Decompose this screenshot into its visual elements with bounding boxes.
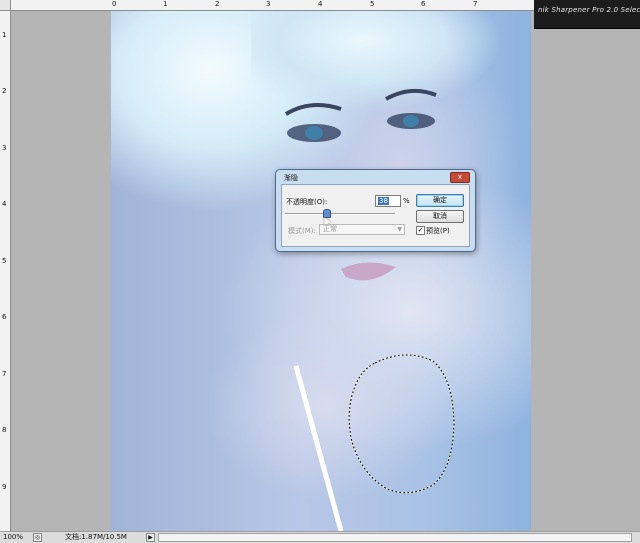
- left-iris: [305, 126, 323, 140]
- opacity-input[interactable]: 38: [375, 195, 401, 207]
- ruler-label: 5: [2, 257, 7, 265]
- ruler-label: 1: [163, 0, 168, 8]
- ruler-label: 3: [2, 144, 7, 152]
- ruler-label: 1: [2, 31, 7, 39]
- ruler-origin[interactable]: [0, 0, 11, 11]
- nik-sharpener-panel[interactable]: nik Sharpener Pro 2.0 Selective: [534, 0, 640, 29]
- ruler-label: 2: [215, 0, 220, 8]
- right-brow: [385, 88, 437, 101]
- opacity-label: 不透明度(O):: [286, 198, 328, 206]
- right-iris: [403, 115, 419, 127]
- ruler-label: 3: [266, 0, 271, 8]
- mode-label: 模式(M):: [288, 227, 316, 235]
- ruler-label: 2: [2, 87, 7, 95]
- ruler-label: 7: [2, 370, 7, 378]
- close-button[interactable]: x: [450, 172, 470, 183]
- dialog-body: 不透明度(O): 38 % 模式(M): 正常 ▼ 确定 取消 ✓ 预览(P): [281, 184, 470, 247]
- chevron-down-icon: ▼: [397, 226, 402, 233]
- ruler-label: 6: [421, 0, 426, 8]
- preview-checkbox[interactable]: ✓: [416, 226, 425, 235]
- document-image[interactable]: [111, 11, 531, 531]
- preview-label: 预览(P): [426, 227, 450, 235]
- ok-button[interactable]: 确定: [416, 194, 464, 207]
- mode-value: 正常: [323, 225, 337, 233]
- document-info[interactable]: 文档:1.87M/10.5M: [65, 534, 127, 541]
- portrait-details: [284, 88, 437, 531]
- nav-icon[interactable]: ◎: [33, 533, 42, 542]
- ruler-label: 6: [2, 313, 7, 321]
- ruler-label: 5: [370, 0, 375, 8]
- opacity-unit: %: [403, 197, 410, 205]
- status-bar: 100% ◎ 文档:1.87M/10.5M ▶: [0, 531, 640, 543]
- ruler-label: 4: [318, 0, 323, 8]
- horizontal-scrollbar[interactable]: [158, 533, 632, 542]
- ruler-label: 4: [2, 200, 7, 208]
- ruler-label: 9: [2, 483, 7, 491]
- ruler-label: 7: [473, 0, 478, 8]
- fade-dialog[interactable]: 渐隐 x 不透明度(O): 38 % 模式(M): 正常 ▼ 确定 取消 ✓ 预…: [275, 169, 476, 252]
- ruler-label: 0: [112, 0, 117, 8]
- left-ruler[interactable]: 1 2 3 4 5 6 7 8 9: [0, 10, 11, 532]
- dialog-title: 渐隐: [284, 174, 298, 182]
- dress-strap: [293, 365, 344, 531]
- cancel-button[interactable]: 取消: [416, 210, 464, 223]
- status-menu-arrow-icon[interactable]: ▶: [146, 533, 155, 542]
- left-brow: [284, 103, 342, 116]
- plugin-panel-title: nik Sharpener Pro 2.0 Selective: [538, 6, 640, 14]
- lasso-selection: [348, 354, 455, 494]
- ruler-label: 8: [2, 426, 7, 434]
- opacity-value: 38: [378, 197, 389, 205]
- mode-select[interactable]: 正常 ▼: [319, 224, 405, 235]
- lips: [341, 262, 396, 281]
- opacity-slider-track[interactable]: [285, 213, 395, 215]
- zoom-level[interactable]: 100%: [3, 534, 23, 541]
